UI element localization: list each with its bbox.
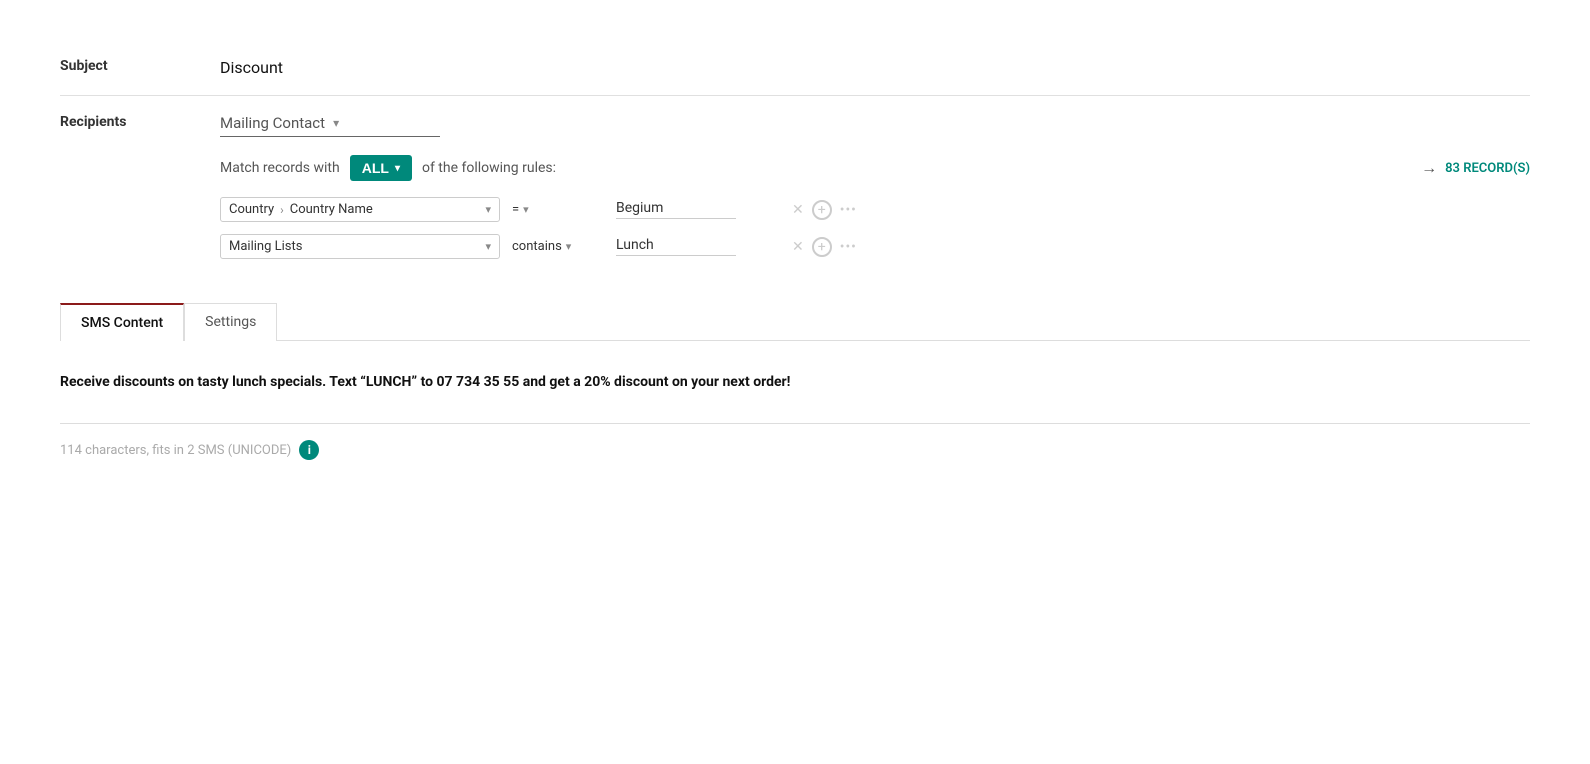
filter-delete-2[interactable]: ✕ [792,239,804,255]
filter-field-1-text: Country [229,202,274,217]
recipients-select-text: Mailing Contact [220,114,325,132]
filter-field-2[interactable]: Mailing Lists ▾ [220,234,500,259]
filter-value-2-text: Lunch [616,237,736,256]
recipients-dropdown-arrow: ▾ [333,116,339,130]
filter-row-1: Country › Country Name ▾ = ▾ Begium ✕ [220,197,1530,222]
info-icon[interactable]: i [299,440,319,460]
tab-sms-content[interactable]: SMS Content [60,303,184,341]
records-arrow: → [1421,158,1437,178]
filter-operator-2[interactable]: contains ▾ [508,235,608,258]
sms-divider [60,423,1530,424]
form-section: Subject Discount Recipients Mailing Cont… [60,40,1530,273]
match-suffix-text: of the following rules: [422,160,556,176]
filter-field-2-text: Mailing Lists [229,239,302,254]
sms-meta-text: 114 characters, fits in 2 SMS (UNICODE) [60,443,291,458]
filter-operator-1[interactable]: = ▾ [508,198,608,221]
filter-value-1[interactable]: Begium [616,200,776,219]
tab-settings[interactable]: Settings [184,303,277,341]
subject-label: Subject [60,54,220,74]
all-button-arrow: ▾ [395,163,400,174]
filter-actions-1: ✕ + ••• [792,200,857,220]
sms-content-area: Receive discounts on tasty lunch special… [60,341,1530,480]
filter-delete-1[interactable]: ✕ [792,202,804,218]
filter-add-2[interactable]: + [812,237,832,257]
tabs-bar: SMS Content Settings [60,303,1530,341]
filter-row-2: Mailing Lists ▾ contains ▾ Lunch ✕ + ••• [220,234,1530,259]
filter-value-1-text: Begium [616,200,736,219]
match-records-row: Match records with ALL ▾ of the followin… [220,155,1530,181]
filter-op-2-arrow: ▾ [566,240,572,253]
filter-more-2[interactable]: ••• [840,239,857,255]
filter-op-1-arrow: ▾ [523,203,529,216]
sms-message: Receive discounts on tasty lunch special… [60,371,1530,393]
recipients-content: Mailing Contact ▾ Match records with ALL… [220,110,1530,259]
sms-meta: 114 characters, fits in 2 SMS (UNICODE) … [60,440,1530,460]
filter-field-1[interactable]: Country › Country Name ▾ [220,197,500,222]
subject-content: Discount [220,54,1530,81]
all-button[interactable]: ALL ▾ [350,155,412,181]
recipients-select[interactable]: Mailing Contact ▾ [220,110,440,137]
recipients-label: Recipients [60,110,220,130]
filter-field-1-subtext: Country Name [290,202,373,217]
filter-field-2-arrow: ▾ [485,240,491,253]
subject-value: Discount [220,54,1530,81]
filter-field-1-separator: › [280,203,284,217]
filter-actions-2: ✕ + ••• [792,237,857,257]
filter-operator-2-text: contains [512,239,562,254]
all-button-label: ALL [362,160,389,176]
filter-value-2[interactable]: Lunch [616,237,776,256]
filter-field-1-arrow: ▾ [485,203,491,216]
filter-rules: Country › Country Name ▾ = ▾ Begium ✕ [220,197,1530,259]
subject-row: Subject Discount [60,40,1530,96]
recipients-row: Recipients Mailing Contact ▾ Match recor… [60,96,1530,273]
records-count-container[interactable]: → 83 RECORD(S) [1421,158,1530,178]
records-count-text: 83 RECORD(S) [1445,161,1530,176]
tabs-section: SMS Content Settings Receive discounts o… [60,303,1530,480]
tab-settings-label: Settings [205,314,256,330]
filter-operator-1-text: = [512,202,519,217]
filter-add-1[interactable]: + [812,200,832,220]
tab-sms-content-label: SMS Content [81,315,163,331]
match-prefix-text: Match records with [220,160,340,176]
filter-more-1[interactable]: ••• [840,202,857,218]
